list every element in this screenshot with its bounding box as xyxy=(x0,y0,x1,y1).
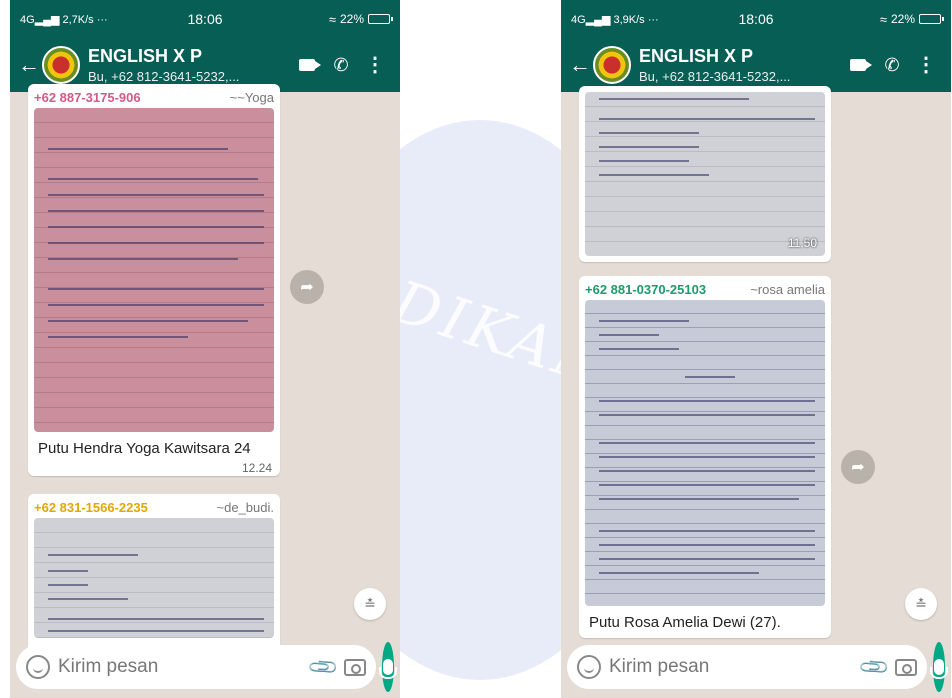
voice-call-button[interactable]: ✆ xyxy=(324,55,358,76)
screenshot-stage: DIKAN 4G▂▄▆ 2,7K/s ··· 18:06 ≈ 22% ← ENG… xyxy=(0,0,952,698)
message-input[interactable] xyxy=(58,656,303,678)
sender-phone: +62 831-1566-2235 xyxy=(34,500,148,515)
sender-phone: +62 881-0370-25103 xyxy=(585,282,707,297)
wifi-icon: ≈ xyxy=(879,11,887,27)
status-right: ≈ 22% xyxy=(879,11,944,27)
group-participants: Bu, +62 812-3641-5232,... xyxy=(639,69,791,84)
message-input[interactable] xyxy=(609,656,854,678)
group-name: ENGLISH X P xyxy=(639,46,754,66)
status-right: ≈ 22% xyxy=(328,11,393,27)
network-indicator: 4G▂▄▆ 3,9K/s ··· xyxy=(571,13,659,26)
video-call-button[interactable] xyxy=(290,59,324,71)
mic-icon xyxy=(378,659,397,679)
voice-call-button[interactable]: ✆ xyxy=(875,55,909,76)
message-bubble[interactable]: 11.50 xyxy=(579,86,831,262)
message-bubble[interactable]: +62 831-1566-2235 ~de_budi. xyxy=(28,494,280,654)
scroll-down-icon: ≛ xyxy=(364,595,376,612)
sender-name: ~de_budi. xyxy=(216,500,274,515)
video-call-button[interactable] xyxy=(841,59,875,71)
message-sender: +62 831-1566-2235 ~de_budi. xyxy=(34,500,274,518)
attach-icon[interactable]: 📎 xyxy=(306,649,341,684)
mic-icon xyxy=(929,659,948,679)
message-sender: +62 881-0370-25103 ~rosa amelia xyxy=(585,282,825,300)
message-photo[interactable]: 11.50 xyxy=(585,92,825,256)
video-call-icon xyxy=(850,59,872,71)
chat-title-area[interactable]: ENGLISH X P Bu, +62 812-3641-5232,... xyxy=(639,46,841,84)
message-input-pill: 📎 xyxy=(16,645,376,689)
more-vert-icon: ⋮ xyxy=(365,54,385,76)
chat-area[interactable]: 11.50 +62 881-0370-25103 ~rosa amelia Pu… xyxy=(561,86,951,638)
phone-screen-left: 4G▂▄▆ 2,7K/s ··· 18:06 ≈ 22% ← ENGLISH X… xyxy=(10,0,400,698)
back-arrow-icon[interactable]: ← xyxy=(18,52,40,78)
message-bubble[interactable]: +62 887-3175-906 ~~Yoga Putu Hendra Yoga… xyxy=(28,84,280,476)
video-call-icon xyxy=(299,59,321,71)
group-avatar[interactable] xyxy=(593,46,631,84)
chat-title-area[interactable]: ENGLISH X P Bu, +62 812-3641-5232,... xyxy=(88,46,290,84)
message-bubble[interactable]: +62 881-0370-25103 ~rosa amelia Putu Ros… xyxy=(579,276,831,638)
camera-icon[interactable] xyxy=(343,658,366,676)
sender-phone: +62 887-3175-906 xyxy=(34,90,141,105)
message-composer: 📎 xyxy=(561,636,951,698)
forward-button[interactable]: ➦ xyxy=(841,450,875,484)
message-sender: +62 887-3175-906 ~~Yoga xyxy=(34,90,274,108)
sender-name: ~~Yoga xyxy=(229,90,274,105)
more-vert-icon: ⋮ xyxy=(916,54,936,76)
message-time: 12.24 xyxy=(241,461,272,475)
message-input-pill: 📎 xyxy=(567,645,927,689)
group-name: ENGLISH X P xyxy=(88,46,203,66)
network-indicator: 4G▂▄▆ 2,7K/s ··· xyxy=(20,13,108,26)
back-arrow-icon[interactable]: ← xyxy=(569,52,591,78)
group-avatar[interactable] xyxy=(42,46,80,84)
scroll-down-icon: ≛ xyxy=(915,595,927,612)
more-options-button[interactable]: ⋮ xyxy=(358,55,392,75)
attach-icon[interactable]: 📎 xyxy=(857,649,892,684)
message-caption: Putu Rosa Amelia Dewi (27). xyxy=(589,614,781,631)
scroll-down-button[interactable]: ≛ xyxy=(354,588,386,620)
phone-screen-right: 4G▂▄▆ 3,9K/s ··· 18:06 ≈ 22% ← ENGLISH X… xyxy=(561,0,951,698)
message-photo[interactable] xyxy=(34,108,274,432)
message-time: 11.50 xyxy=(787,236,817,250)
scroll-down-button[interactable]: ≛ xyxy=(905,588,937,620)
phone-call-icon: ✆ xyxy=(884,54,900,75)
battery-percent: 22% xyxy=(339,12,364,26)
wifi-icon: ≈ xyxy=(328,11,336,27)
message-photo[interactable] xyxy=(34,518,274,638)
emoji-icon[interactable] xyxy=(26,655,50,679)
chat-header: ← ENGLISH X P Bu, +62 812-3641-5232,... … xyxy=(561,38,951,92)
forward-icon: ➦ xyxy=(851,459,865,476)
group-participants: Bu, +62 812-3641-5232,... xyxy=(88,69,240,84)
emoji-icon[interactable] xyxy=(577,655,601,679)
forward-icon: ➦ xyxy=(300,279,314,296)
message-composer: 📎 xyxy=(10,636,400,698)
phone-call-icon: ✆ xyxy=(333,54,349,75)
voice-record-button[interactable] xyxy=(929,642,948,692)
status-time: 18:06 xyxy=(738,11,774,27)
message-photo[interactable] xyxy=(585,300,825,606)
voice-record-button[interactable] xyxy=(378,642,397,692)
status-time: 18:06 xyxy=(187,11,223,27)
status-bar: 4G▂▄▆ 2,7K/s ··· 18:06 ≈ 22% xyxy=(10,0,400,38)
battery-percent: 22% xyxy=(890,12,915,26)
more-options-button[interactable]: ⋮ xyxy=(909,55,943,75)
status-bar: 4G▂▄▆ 3,9K/s ··· 18:06 ≈ 22% xyxy=(561,0,951,38)
battery-icon xyxy=(919,14,944,24)
chat-area[interactable]: +62 887-3175-906 ~~Yoga Putu Hendra Yoga… xyxy=(10,84,400,654)
message-caption: Putu Hendra Yoga Kawitsara 24 xyxy=(38,440,251,457)
camera-icon[interactable] xyxy=(894,658,917,676)
battery-icon xyxy=(368,14,393,24)
sender-name: ~rosa amelia xyxy=(750,282,825,297)
forward-button[interactable]: ➦ xyxy=(290,270,324,304)
